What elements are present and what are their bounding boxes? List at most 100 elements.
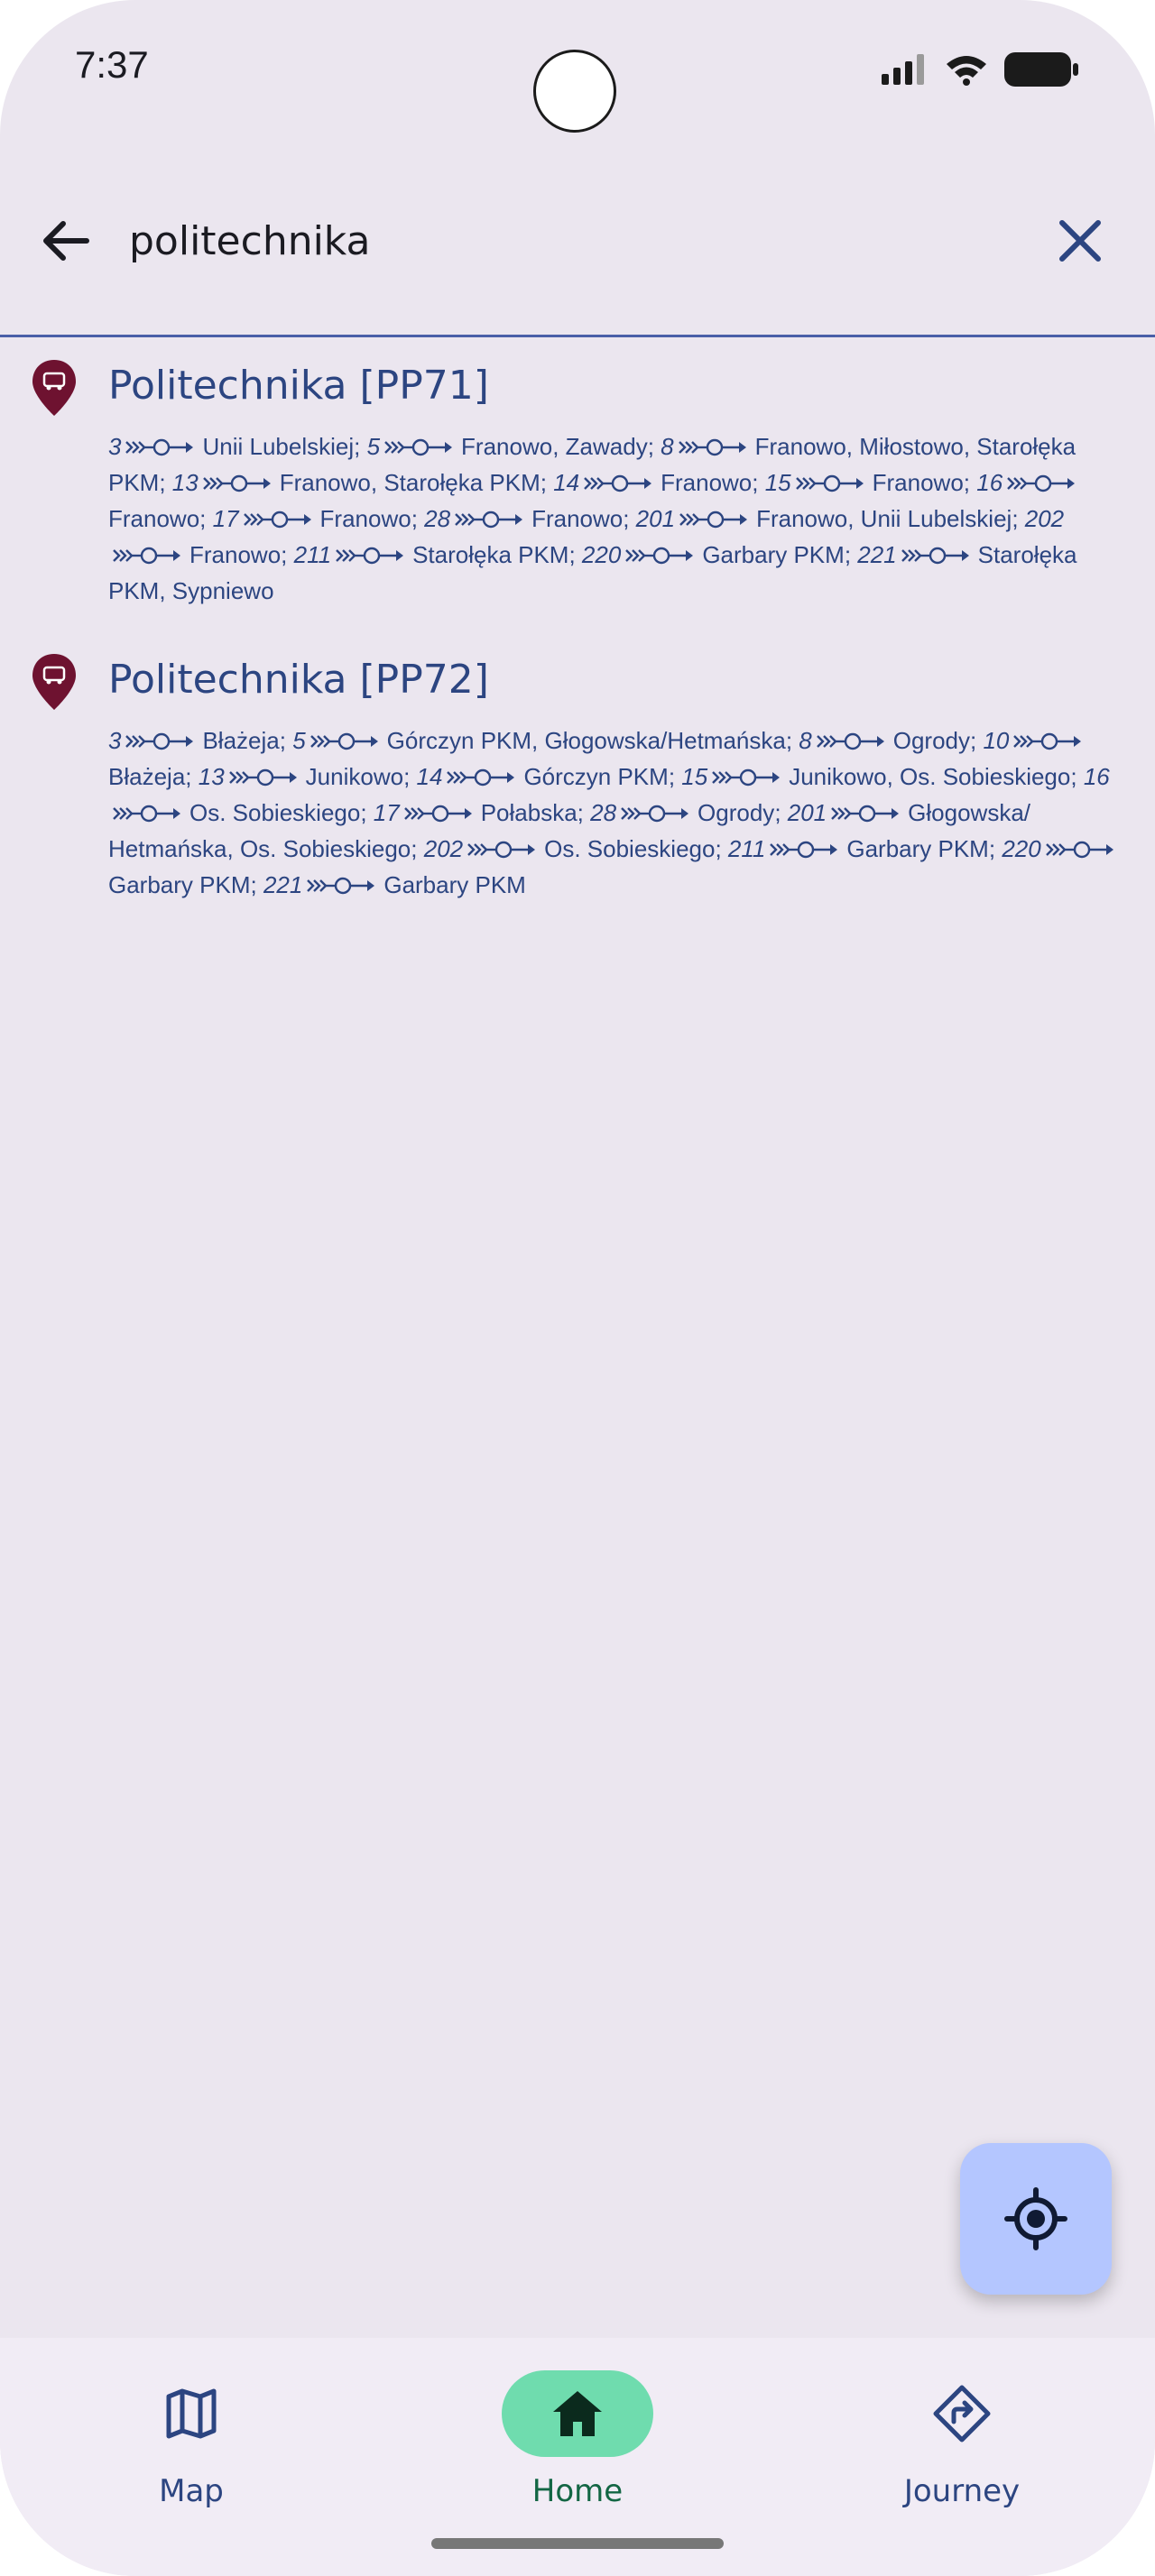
line-destination: Franowo, Zawady	[461, 433, 648, 460]
line-number: 17	[373, 799, 400, 826]
status-time: 7:37	[75, 43, 149, 86]
map-icon	[166, 2388, 217, 2439]
nav-item-journey[interactable]: Journey	[811, 2354, 1082, 2535]
line-destination: Junikowo	[305, 763, 404, 790]
signal-icon	[882, 54, 924, 85]
line-direction-icon	[336, 547, 404, 565]
line-destination: Franowo	[108, 505, 200, 532]
line-number: 16	[1083, 763, 1110, 790]
line-direction-icon	[455, 511, 523, 529]
search-bar	[0, 180, 1155, 336]
home-icon	[553, 2391, 602, 2436]
line-number: 17	[212, 505, 239, 532]
wifi-icon	[947, 56, 986, 86]
line-destination: Garbary PKM	[846, 835, 989, 862]
line-destination: Franowo	[661, 469, 753, 496]
line-direction-icon	[795, 474, 864, 492]
camera-cutout	[533, 50, 616, 133]
line-number: 202	[423, 835, 464, 862]
line-number: 3	[108, 727, 122, 754]
line-direction-icon	[113, 805, 180, 823]
line-direction-icon	[621, 805, 689, 823]
nav-label-home: Home	[531, 2473, 624, 2509]
line-number: 14	[416, 763, 443, 790]
line-direction-icon	[307, 877, 375, 895]
line-number: 8	[661, 433, 674, 460]
line-destination: Błażeja	[108, 763, 186, 790]
stop-lines: 3 Błażeja; 5 Górczyn PKM, Głogowska/Hetmań…	[108, 722, 1139, 903]
arrow-back-icon	[43, 221, 89, 261]
line-direction-icon	[831, 805, 900, 823]
line-destination: Garbary PKM	[383, 871, 526, 898]
line-direction-icon	[1013, 732, 1082, 750]
line-destination: Starołęka PKM	[412, 541, 569, 568]
stop-name: Politechnika [PP71]	[108, 363, 489, 409]
home-indicator	[431, 2538, 724, 2549]
status-icons	[882, 52, 1078, 87]
line-destination: Franowo	[189, 541, 282, 568]
line-number: 202	[1024, 505, 1065, 532]
line-direction-icon	[770, 841, 838, 859]
line-number: 16	[976, 469, 1003, 496]
line-destination: Górczyn PKM	[523, 763, 669, 790]
line-destination: Błażeja	[202, 727, 280, 754]
nav-label-map: Map	[159, 2473, 224, 2509]
stop-name: Politechnika [PP72]	[108, 657, 489, 703]
line-destination: Franowo	[872, 469, 964, 496]
line-number: 13	[198, 763, 225, 790]
line-number: 3	[108, 433, 122, 460]
line-direction-icon	[678, 438, 746, 456]
line-direction-icon	[243, 511, 311, 529]
line-number: 221	[263, 871, 303, 898]
line-direction-icon	[712, 768, 781, 787]
nav-pill	[116, 2370, 267, 2457]
line-number: 15	[764, 469, 791, 496]
line-destination: Górczyn PKM, Głogowska/Hetmańska	[386, 727, 786, 754]
line-number: 211	[293, 541, 332, 568]
search-divider	[0, 335, 1155, 337]
back-button[interactable]	[34, 209, 97, 272]
nav-item-map[interactable]: Map	[41, 2354, 311, 2535]
stop-result[interactable]: Politechnika [PP71] 3 Unii Lubelskiej; 5F…	[0, 347, 1155, 609]
line-direction-icon	[901, 547, 969, 565]
line-direction-icon	[467, 841, 536, 859]
line-destination: Junikowo, Os. Sobieskiego	[789, 763, 1071, 790]
line-number: 28	[424, 505, 451, 532]
search-input[interactable]	[129, 209, 986, 272]
my-location-icon	[1004, 2187, 1067, 2250]
line-destination: Os. Sobieskiego	[189, 799, 361, 826]
stop-lines: 3 Unii Lubelskiej; 5 Franowo, Zawady; 8 Fra…	[108, 428, 1139, 609]
phone-screen: 7:37 politechnika Politechnika [PP71] 3 …	[0, 0, 1155, 2576]
my-location-button[interactable]	[960, 2143, 1112, 2295]
nav-item-home[interactable]: Home	[427, 2354, 698, 2535]
line-number: 14	[553, 469, 580, 496]
clear-button[interactable]	[1047, 207, 1113, 274]
line-direction-icon	[816, 732, 884, 750]
line-number: 211	[727, 835, 766, 862]
line-direction-icon	[125, 438, 194, 456]
line-number: 220	[1002, 835, 1041, 862]
stop-result[interactable]: Politechnika [PP72] 3 Błażeja; 5 Górczyn P…	[0, 641, 1155, 903]
line-direction-icon	[584, 474, 652, 492]
line-destination: Franowo	[531, 505, 624, 532]
nav-label-journey: Journey	[903, 2473, 1021, 2509]
stop-pin-icon	[32, 654, 76, 710]
line-direction-icon	[202, 474, 271, 492]
close-icon	[1059, 220, 1101, 262]
line-direction-icon	[125, 732, 194, 750]
line-number: 28	[590, 799, 617, 826]
line-direction-icon	[228, 768, 297, 787]
line-direction-icon	[625, 547, 694, 565]
line-destination: Połabska	[480, 799, 578, 826]
line-number: 221	[857, 541, 897, 568]
stop-pin-icon	[32, 360, 76, 416]
line-direction-icon	[113, 547, 180, 565]
line-destination: Garbary PKM	[702, 541, 845, 568]
line-destination: Ogrody	[698, 799, 775, 826]
line-direction-icon	[679, 511, 748, 529]
line-number: 220	[581, 541, 622, 568]
line-number: 5	[366, 433, 381, 460]
line-destination: Os. Sobieskiego	[544, 835, 716, 862]
line-direction-icon	[384, 438, 453, 456]
line-direction-icon	[310, 732, 378, 750]
